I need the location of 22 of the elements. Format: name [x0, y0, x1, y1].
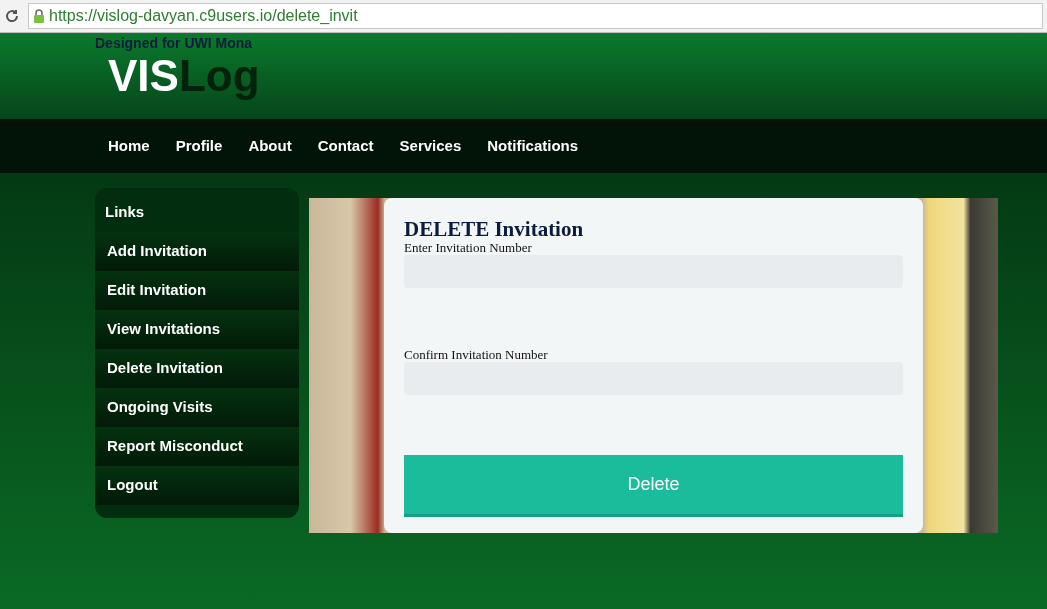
lock-icon	[33, 9, 45, 23]
field-label: Confirm Invitation Number	[404, 347, 549, 362]
sidebar-link[interactable]: Ongoing Visits	[95, 387, 299, 427]
form-title: DELETE Invitation	[404, 218, 585, 240]
nav-link[interactable]: Services	[399, 134, 462, 158]
sidebar-link[interactable]: Add Invitation	[95, 231, 299, 271]
sidebar-link[interactable]: Edit Invitation	[95, 270, 299, 310]
sidebar-link[interactable]: Report Misconduct	[95, 426, 299, 466]
nav-link[interactable]: About	[248, 134, 292, 158]
nav-link[interactable]: Home	[108, 134, 150, 158]
nav-link[interactable]: Notifications	[487, 134, 579, 158]
sidebar-link[interactable]: View Invitations	[95, 309, 299, 349]
logo: VISLog	[108, 52, 261, 100]
field-label: Enter Invitation Number	[404, 240, 533, 255]
sidebar-title: Links	[104, 202, 146, 222]
tagline: Designed for UWI Mona	[95, 34, 254, 52]
url-field[interactable]: https://vislog-davyan.c9users.io/delete_invit	[28, 3, 1043, 29]
reload-icon[interactable]	[4, 8, 20, 24]
sidebar-link[interactable]: Logout	[95, 465, 299, 505]
nav-link[interactable]: Profile	[175, 134, 223, 158]
nav-link[interactable]: Contact	[317, 134, 374, 158]
sidebar-link[interactable]: Delete Invitation	[95, 348, 299, 388]
